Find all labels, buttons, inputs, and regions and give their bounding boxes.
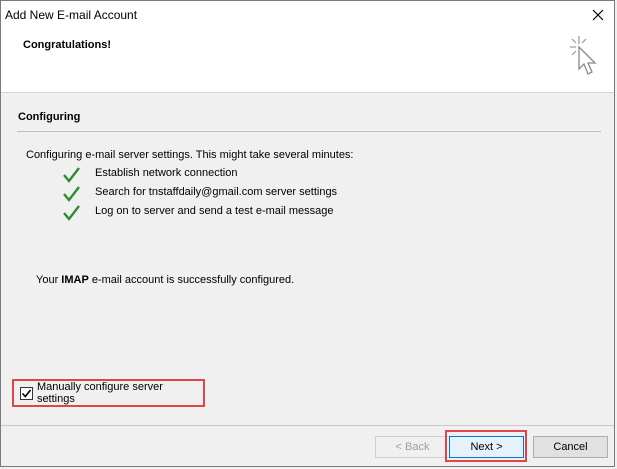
step-label: Search for tnstaffdaily@gmail.com server… bbox=[95, 186, 338, 198]
sparkle-cursor-icon bbox=[570, 36, 597, 75]
checkmark-icon bbox=[63, 205, 80, 221]
result-message: Your IMAP e-mail account is successfully… bbox=[36, 274, 294, 286]
step-label: Establish network connection bbox=[95, 167, 238, 179]
close-icon bbox=[592, 9, 604, 21]
result-protocol: IMAP bbox=[61, 274, 89, 286]
header-panel: Congratulations! bbox=[1, 29, 614, 93]
result-suffix: e-mail account is successfully configure… bbox=[88, 274, 295, 286]
section-title: Configuring bbox=[18, 111, 81, 123]
manual-config-highlight: Manually configure server settings bbox=[12, 379, 205, 407]
back-button[interactable]: < Back bbox=[375, 436, 450, 458]
page-title: Congratulations! bbox=[23, 39, 111, 51]
next-button[interactable]: Next > bbox=[449, 436, 524, 458]
checkbox-check-icon bbox=[21, 389, 32, 398]
close-button[interactable] bbox=[588, 5, 608, 25]
checkmark-icon bbox=[63, 167, 80, 183]
manual-config-label[interactable]: Manually configure server settings bbox=[37, 381, 203, 405]
cancel-button[interactable]: Cancel bbox=[533, 436, 608, 458]
add-account-dialog: Add New E-mail Account Congratulations! … bbox=[0, 0, 615, 467]
intro-text: Configuring e-mail server settings. This… bbox=[26, 149, 354, 161]
window-title: Add New E-mail Account bbox=[5, 8, 138, 22]
footer-divider bbox=[1, 425, 614, 426]
checkmark-icon bbox=[63, 186, 80, 202]
section-divider bbox=[17, 131, 601, 132]
manual-config-checkbox[interactable] bbox=[20, 386, 33, 400]
title-bar: Add New E-mail Account bbox=[1, 1, 614, 29]
step-label: Log on to server and send a test e-mail … bbox=[95, 205, 334, 217]
result-prefix: Your bbox=[36, 274, 62, 286]
